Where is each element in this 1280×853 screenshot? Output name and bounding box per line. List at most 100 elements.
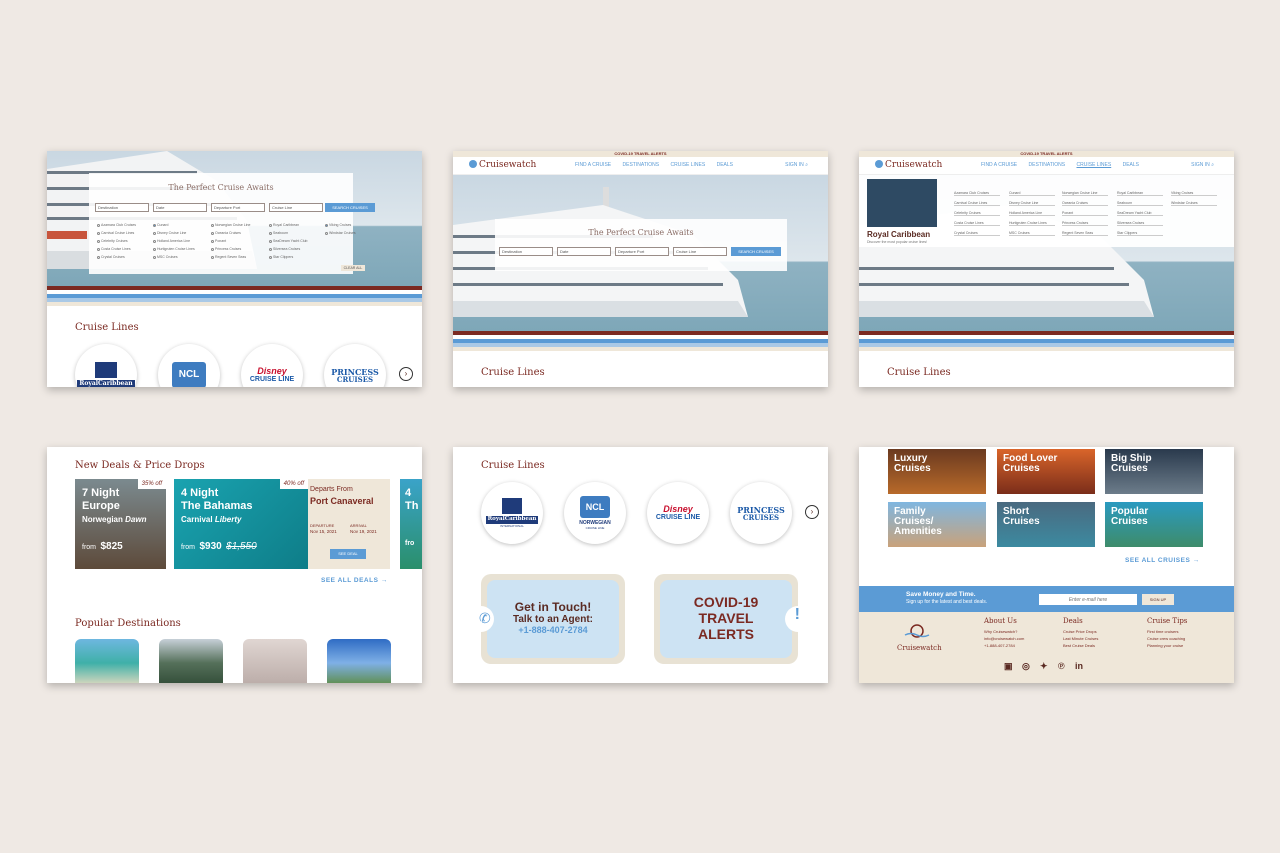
cruise-line-option[interactable]: MSC Cruises bbox=[153, 255, 178, 259]
nav-find-cruise[interactable]: FIND A CRUISE bbox=[575, 162, 611, 168]
nav-find-cruise[interactable]: FIND A CRUISE bbox=[981, 162, 1017, 168]
cruise-line-link[interactable]: SeaDream Yacht Club bbox=[1117, 211, 1163, 216]
cruise-line-option[interactable]: Carnival Cruise Lines bbox=[97, 231, 134, 235]
cruise-line-link[interactable]: Celebrity Cruises bbox=[954, 211, 1000, 216]
cruise-line-option[interactable]: Costa Cruise Lines bbox=[97, 247, 131, 251]
cruise-line-option[interactable]: Crystal Cruises bbox=[97, 255, 125, 259]
deal-card-bahamas[interactable]: 40% off 4 Night The Bahamas Carnival Lib… bbox=[174, 479, 308, 569]
nav-destinations[interactable]: DESTINATIONS bbox=[623, 162, 660, 168]
cruise-line-option[interactable]: Norwegian Cruise Line bbox=[211, 223, 250, 227]
cruise-line-link[interactable]: Royal Caribbean bbox=[1117, 191, 1163, 196]
cruise-line-select[interactable]: Cruise Line bbox=[673, 247, 727, 256]
cruise-line-link[interactable]: Oceania Cruises bbox=[1062, 201, 1108, 206]
destination-tile[interactable] bbox=[159, 639, 223, 683]
princess-cruises-logo[interactable]: PRINCESS CRUISES bbox=[730, 482, 792, 544]
cruise-line-link[interactable]: Ponant bbox=[1062, 211, 1108, 216]
twitter-icon[interactable]: ✦ bbox=[1040, 661, 1048, 672]
nav-cruise-lines[interactable]: CRUISE LINES bbox=[670, 162, 705, 168]
cruise-line-select[interactable]: Cruise Line bbox=[269, 203, 323, 212]
destination-tile[interactable] bbox=[75, 639, 139, 683]
category-short[interactable]: Short Cruises bbox=[997, 502, 1095, 547]
deal-card-peek[interactable]: 4 Th fro bbox=[400, 479, 422, 569]
phone-link[interactable]: +1-888-407-2784 bbox=[487, 625, 619, 635]
cruise-line-option[interactable]: Viking Cruises bbox=[325, 223, 351, 227]
cruise-line-link[interactable]: Cunard bbox=[1009, 191, 1055, 196]
category-big-ship[interactable]: Big Ship Cruises bbox=[1105, 449, 1203, 494]
search-icon[interactable]: ⌕ bbox=[1211, 162, 1214, 168]
cruise-line-option[interactable]: Holland America Line bbox=[153, 239, 190, 243]
sign-in-link[interactable]: SIGN IN ⌕ bbox=[1191, 162, 1214, 168]
covid-alerts-card[interactable]: COVID-19 TRAVEL ALERTS ! bbox=[654, 574, 811, 664]
cruise-line-option[interactable]: Star Clippers bbox=[269, 255, 293, 259]
cruise-line-option[interactable]: SeaDream Yacht Club bbox=[269, 239, 308, 243]
cruise-line-link[interactable]: Hurtigruten Cruise Lines bbox=[1009, 221, 1055, 226]
cruise-line-link[interactable]: MSC Cruises bbox=[1009, 231, 1055, 236]
cruise-line-link[interactable]: Regent Seven Seas bbox=[1062, 231, 1108, 236]
cruise-line-link[interactable]: Seabourn bbox=[1117, 201, 1163, 206]
cruise-line-link[interactable]: Star Clippers bbox=[1117, 231, 1163, 236]
royal-caribbean-logo[interactable]: RoyalCaribbean INTERNATIONAL bbox=[481, 482, 543, 544]
see-all-cruises-link[interactable]: SEE ALL CRUISES → bbox=[1125, 557, 1200, 564]
cruise-line-option[interactable]: Azamara Club Cruises bbox=[97, 223, 136, 227]
destination-select[interactable]: Destination bbox=[499, 247, 553, 256]
clear-all-button[interactable]: CLEAR ALL bbox=[341, 265, 365, 271]
royal-caribbean-logo[interactable]: RoyalCaribbean bbox=[75, 344, 137, 387]
departure-port-select[interactable]: Departure Port bbox=[615, 247, 669, 256]
cruise-line-option[interactable]: Royal Caribbean bbox=[269, 223, 299, 227]
disney-cruise-logo[interactable]: Disney CRUISE LINE bbox=[647, 482, 709, 544]
destination-tile[interactable] bbox=[327, 639, 391, 683]
cruise-line-option[interactable]: Celebrity Cruises bbox=[97, 239, 128, 243]
cruise-line-link[interactable]: Princess Cruises bbox=[1062, 221, 1108, 226]
brand-logo[interactable]: Cruisewatch bbox=[469, 160, 536, 170]
nav-deals[interactable]: DEALS bbox=[1123, 162, 1139, 168]
brand-logo[interactable]: Cruisewatch bbox=[875, 160, 942, 170]
search-icon[interactable]: ⌕ bbox=[805, 162, 808, 168]
instagram-icon[interactable]: ◎ bbox=[1022, 661, 1030, 672]
cruise-line-link[interactable]: Holland America Line bbox=[1009, 211, 1055, 216]
cruise-line-link[interactable]: Crystal Cruises bbox=[954, 231, 1000, 236]
cruise-line-option[interactable]: Hurtigruten Cruise Lines bbox=[153, 247, 195, 251]
cruise-line-link[interactable]: Viking Cruises bbox=[1171, 191, 1217, 196]
princess-cruises-logo[interactable]: PRINCESS CRUISES bbox=[324, 344, 386, 387]
category-family[interactable]: Family Cruises/Amenities bbox=[888, 502, 986, 547]
chevron-right-icon[interactable]: › bbox=[805, 505, 819, 519]
cruise-line-link[interactable]: Disney Cruise Line bbox=[1009, 201, 1055, 206]
date-select[interactable]: Date bbox=[153, 203, 207, 212]
ncl-logo[interactable]: NCL NORWEGIAN CRUISE LINE bbox=[564, 482, 626, 544]
search-cruises-button[interactable]: SEARCH CRUISES bbox=[325, 203, 375, 212]
featured-cruise-line[interactable]: Royal Caribbean bbox=[867, 230, 930, 239]
nav-cruise-lines[interactable]: CRUISE LINES bbox=[1076, 162, 1111, 168]
see-all-deals-link[interactable]: SEE ALL DEALS → bbox=[321, 577, 388, 584]
nav-deals[interactable]: DEALS bbox=[717, 162, 733, 168]
facebook-icon[interactable]: ▣ bbox=[1004, 661, 1013, 672]
category-luxury[interactable]: Luxury Cruises bbox=[888, 449, 986, 494]
cruise-line-link[interactable]: Carnival Cruise Lines bbox=[954, 201, 1000, 206]
cruise-line-link[interactable]: Silversea Cruises bbox=[1117, 221, 1163, 226]
deal-card-europe[interactable]: 35% off 7 Night Europe Norwegian Dawn fr… bbox=[75, 479, 166, 569]
destination-select[interactable]: Destination bbox=[95, 203, 149, 212]
sign-up-button[interactable]: SIGN UP bbox=[1142, 594, 1174, 605]
cruise-line-option[interactable]: Seabourn bbox=[269, 231, 288, 235]
cruise-line-option[interactable]: Windstar Cruises bbox=[325, 231, 356, 235]
cruise-line-option[interactable]: Cunard bbox=[153, 223, 168, 227]
cruise-line-option[interactable]: Princess Cruises bbox=[211, 247, 241, 251]
cruise-line-link[interactable]: Costa Cruise Lines bbox=[954, 221, 1000, 226]
cruise-line-link[interactable]: Azamara Club Cruises bbox=[954, 191, 1000, 196]
contact-agent-card[interactable]: Get in Touch! Talk to an Agent: +1-888-4… bbox=[468, 574, 625, 664]
cruise-line-option[interactable]: Disney Cruise Line bbox=[153, 231, 186, 235]
date-select[interactable]: Date bbox=[557, 247, 611, 256]
category-popular[interactable]: Popular Cruises bbox=[1105, 502, 1203, 547]
see-deal-button[interactable]: SEE DEAL bbox=[330, 549, 366, 559]
ncl-logo[interactable]: NCL bbox=[158, 344, 220, 387]
cruise-line-link[interactable]: Windstar Cruises bbox=[1171, 201, 1217, 206]
sign-in-link[interactable]: SIGN IN ⌕ bbox=[785, 162, 808, 168]
pinterest-icon[interactable]: ℗ bbox=[1058, 661, 1065, 671]
nav-destinations[interactable]: DESTINATIONS bbox=[1029, 162, 1066, 168]
cruise-line-link[interactable]: Norwegian Cruise Line bbox=[1062, 191, 1108, 196]
disney-cruise-logo[interactable]: Disney CRUISE LINE bbox=[241, 344, 303, 387]
departure-port-select[interactable]: Departure Port bbox=[211, 203, 265, 212]
category-food-lover[interactable]: Food Lover Cruises bbox=[997, 449, 1095, 494]
search-cruises-button[interactable]: SEARCH CRUISES bbox=[731, 247, 781, 256]
email-input[interactable] bbox=[1039, 594, 1137, 605]
cruise-line-option[interactable]: Silversea Cruises bbox=[269, 247, 300, 251]
